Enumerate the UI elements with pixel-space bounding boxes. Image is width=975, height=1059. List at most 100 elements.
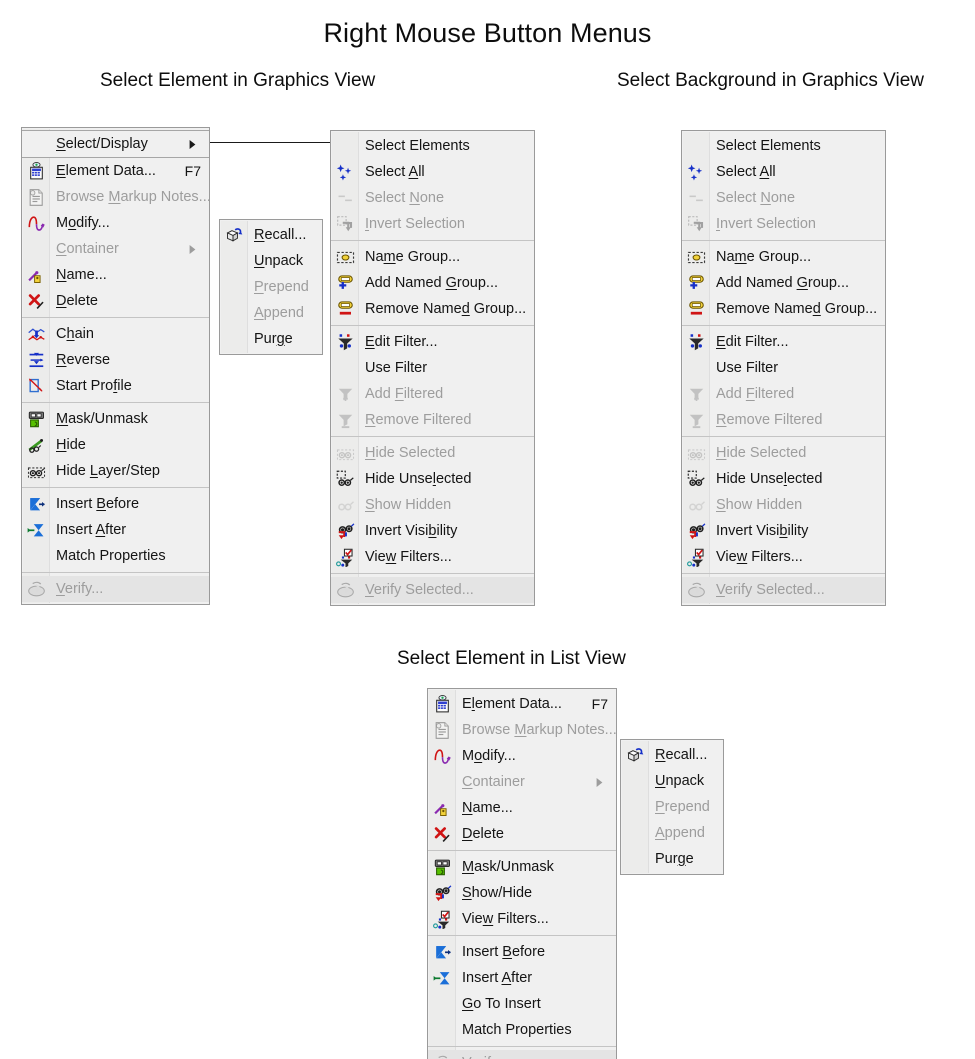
menu-item-hide[interactable]: Hide — [22, 432, 209, 458]
menu-item-invert-visibility[interactable]: Invert Visibility — [682, 518, 885, 544]
menu-items: Select Elements Select All Select None Inve… — [682, 133, 885, 603]
menu-item-select-none: Select None — [331, 185, 534, 211]
menu-item-label: Add Filtered — [365, 386, 444, 402]
menu-item-match-properties[interactable]: Match Properties — [22, 543, 209, 569]
menu-item-select-all[interactable]: Select All — [331, 159, 534, 185]
menu-item-start-profile[interactable]: Start Profile — [22, 373, 209, 399]
menu-item-insert-after[interactable]: Insert After — [428, 965, 616, 991]
menu-item-name-group[interactable]: Name Group... — [682, 244, 885, 270]
menu-item-remove-named-group[interactable]: Remove Named Group... — [682, 296, 885, 322]
menu-item-label: Select All — [365, 164, 425, 180]
menu-item-view-filters[interactable]: View Filters... — [682, 544, 885, 570]
insert-before-icon — [22, 493, 50, 515]
menu-item-recall[interactable]: Recall... — [621, 742, 723, 768]
menu-item-label: Unpack — [655, 773, 705, 789]
menu-item-view-filters[interactable]: View Filters... — [331, 544, 534, 570]
add-filtered-icon — [331, 383, 359, 405]
menu-item-chain[interactable]: Chain — [22, 321, 209, 347]
menu-item-invert-visibility[interactable]: Invert Visibility — [331, 518, 534, 544]
show-hidden-icon — [682, 494, 710, 516]
menu-item-element-data[interactable]: Element Data... F7 — [428, 691, 616, 717]
menu-item-select-display[interactable]: Select/Display — [22, 130, 209, 158]
menu-item-label: View Filters... — [365, 549, 452, 565]
menu-item-container: Container — [428, 769, 616, 795]
menu-item-label: Modify... — [462, 748, 516, 764]
menu-item-mask-unmask[interactable]: Mask/Unmask — [428, 854, 616, 880]
menu-item-label: Hide — [56, 437, 86, 453]
menu-item-label: Insert After — [56, 522, 127, 538]
menu-select-background-graphics-view[interactable]: Select Elements Select All Select None Inve… — [681, 130, 886, 606]
verify-icon — [22, 578, 50, 600]
menu-item-add-named-group[interactable]: Add Named Group... — [682, 270, 885, 296]
menu-container-submenu-list[interactable]: Recall... Unpack Prepend Append Purge — [620, 739, 724, 875]
menu-select-element-graphics-view[interactable]: Select/Display Element Data... F7 Browse Ma… — [21, 127, 211, 605]
menu-item-unpack[interactable]: Unpack — [621, 768, 723, 794]
menu-item-edit-filter[interactable]: Edit Filter... — [331, 329, 534, 355]
menu-item-label: Container — [56, 241, 119, 257]
menu-separator — [682, 573, 885, 574]
menu-item-unpack[interactable]: Unpack — [220, 248, 322, 274]
menu-item-purge[interactable]: Purge — [621, 846, 723, 872]
menu-item-insert-before[interactable]: Insert Before — [428, 939, 616, 965]
menu-item-select-elements[interactable]: Select Elements — [682, 133, 885, 159]
menu-item-hide-unselected[interactable]: Hide Unselected — [331, 466, 534, 492]
menu-item-label: Element Data... — [462, 696, 562, 712]
menu-item-purge[interactable]: Purge — [220, 326, 322, 352]
menu-item-modify[interactable]: Modify... — [428, 743, 616, 769]
menu-item-hide-layer-step[interactable]: Hide Layer/Step — [22, 458, 209, 484]
menu-item-delete[interactable]: Delete — [428, 821, 616, 847]
menu-item-modify[interactable]: Modify... — [22, 210, 209, 236]
menu-item-view-filters[interactable]: View Filters... — [428, 906, 616, 932]
menu-item-reverse[interactable]: Reverse — [22, 347, 209, 373]
menu-select-element-list-view[interactable]: Element Data... F7 Browse Markup Notes... M… — [427, 688, 617, 1059]
invert-selection-icon — [682, 213, 710, 235]
menu-item-mask-unmask[interactable]: Mask/Unmask — [22, 406, 209, 432]
section-label-background-graphics: Select Background in Graphics View — [617, 70, 924, 91]
menu-item-label: Prepend — [655, 799, 710, 815]
submenu-connector-line — [210, 142, 330, 143]
menu-item-name-group[interactable]: Name Group... — [331, 244, 534, 270]
name-group-icon — [331, 246, 359, 268]
menu-item-element-data[interactable]: Element Data... F7 — [22, 158, 209, 184]
menu-item-match-properties[interactable]: Match Properties — [428, 1017, 616, 1043]
menu-item-label: Insert Before — [462, 944, 546, 960]
menu-item-label: Select Elements — [716, 138, 821, 154]
menu-item-go-to-insert[interactable]: Go To Insert — [428, 991, 616, 1017]
menu-container-submenu-graphics[interactable]: Recall... Unpack Prepend Append Purge — [219, 219, 323, 355]
menu-item-recall[interactable]: Recall... — [220, 222, 322, 248]
menu-item-use-filter[interactable]: Use Filter — [682, 355, 885, 381]
menu-item-label: Add Named Group... — [716, 275, 849, 291]
menu-item-select-elements[interactable]: Select Elements — [331, 133, 534, 159]
no-icon — [220, 250, 248, 272]
menu-separator — [428, 1046, 616, 1047]
menu-item-use-filter[interactable]: Use Filter — [331, 355, 534, 381]
menu-separator — [682, 436, 885, 437]
menu-separator — [331, 240, 534, 241]
menu-item-select-all[interactable]: Select All — [682, 159, 885, 185]
menu-item-name[interactable]: Name... — [22, 262, 209, 288]
menu-item-hide-unselected[interactable]: Hide Unselected — [682, 466, 885, 492]
modify-icon — [428, 745, 456, 767]
menu-select-display-submenu[interactable]: Select Elements Select All Select None Inve… — [330, 130, 535, 606]
menu-item-show-hide[interactable]: Show/Hide — [428, 880, 616, 906]
menu-item-edit-filter[interactable]: Edit Filter... — [682, 329, 885, 355]
menu-item-invert-selection: Invert Selection — [682, 211, 885, 237]
menu-item-name[interactable]: Name... — [428, 795, 616, 821]
no-icon — [428, 993, 456, 1015]
menu-item-add-named-group[interactable]: Add Named Group... — [331, 270, 534, 296]
menu-item-verify-selected: Verify Selected... — [682, 577, 885, 603]
menu-item-prepend: Prepend — [621, 794, 723, 820]
menu-item-insert-before[interactable]: Insert Before — [22, 491, 209, 517]
no-icon — [220, 328, 248, 350]
menu-item-label: Edit Filter... — [365, 334, 438, 350]
menu-item-label: Invert Visibility — [365, 523, 458, 539]
remove-named-group-icon — [682, 298, 710, 320]
menu-item-delete[interactable]: Delete — [22, 288, 209, 314]
menu-item-insert-after[interactable]: Insert After — [22, 517, 209, 543]
invert-selection-icon — [331, 213, 359, 235]
menu-item-label: Select/Display — [56, 136, 148, 152]
menu-item-remove-named-group[interactable]: Remove Named Group... — [331, 296, 534, 322]
menu-item-label: Append — [254, 305, 304, 321]
menu-item-label: Hide Layer/Step — [56, 463, 161, 479]
menu-item-label: Reverse — [56, 352, 111, 368]
